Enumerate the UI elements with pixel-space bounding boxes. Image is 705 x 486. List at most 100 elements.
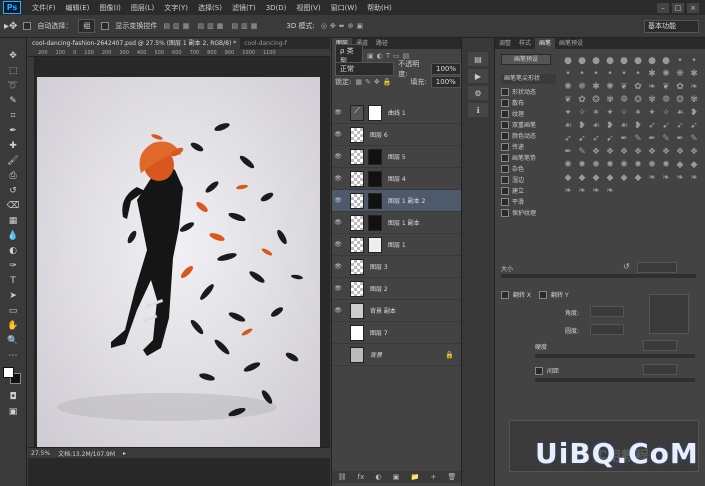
visibility-eye-icon[interactable]: 👁 xyxy=(332,131,344,138)
visibility-eye-icon[interactable]: 👁 xyxy=(332,307,344,314)
roundness-input[interactable] xyxy=(590,324,624,335)
brush-option[interactable]: 传递 xyxy=(495,141,557,152)
eyedropper-tool-icon[interactable]: ✒ xyxy=(3,123,23,138)
brush-angle-preview[interactable] xyxy=(649,294,689,334)
layer-row[interactable]: 👁 图层 6 xyxy=(332,124,462,146)
link-layers-icon[interactable]: ⛓ xyxy=(338,473,347,481)
blend-mode-dropdown[interactable]: 正常 xyxy=(335,61,395,76)
visibility-eye-icon[interactable]: 👁 xyxy=(332,241,344,248)
edit-toolbar-icon[interactable]: ⋯ xyxy=(3,348,23,363)
menu-edit[interactable]: 编辑(E) xyxy=(61,3,95,13)
layer-row[interactable]: 👁 图层 3 xyxy=(332,256,462,278)
eraser-tool-icon[interactable]: ⌫ xyxy=(3,198,23,213)
tab-adjustments[interactable]: 调整 xyxy=(495,38,515,49)
layer-row[interactable]: 👁 图层 5 xyxy=(332,146,462,168)
layer-row[interactable]: 👁 背景 副本 xyxy=(332,300,462,322)
brush-option[interactable]: 画笔笔势 xyxy=(495,152,557,163)
shape-tool-icon[interactable]: ▭ xyxy=(3,303,23,318)
foreground-color[interactable] xyxy=(3,367,14,378)
workspace-dropdown[interactable]: 基本功能 xyxy=(644,20,699,33)
healing-tool-icon[interactable]: ✚ xyxy=(3,138,23,153)
gradient-tool-icon[interactable]: ▦ xyxy=(3,213,23,228)
layer-mask-thumb[interactable] xyxy=(368,104,382,121)
move-tool-icon[interactable]: ▸✥ xyxy=(4,21,17,32)
brush-option[interactable]: 杂色 xyxy=(495,163,557,174)
menu-3d[interactable]: 3D(D) xyxy=(261,4,292,12)
show-transform-checkbox[interactable] xyxy=(101,22,110,30)
layer-row-selected[interactable]: 👁 图层 1 副本 2 xyxy=(332,190,462,212)
visibility-eye-icon[interactable]: · xyxy=(332,351,344,358)
document-tab-active[interactable]: cool-dancing-fashion-2642407.psd @ 27.5%… xyxy=(28,38,241,49)
stamp-tool-icon[interactable]: ⎙ xyxy=(3,168,23,183)
brush-option[interactable]: 平滑 xyxy=(495,196,557,207)
delete-layer-icon[interactable]: 🗑 xyxy=(447,473,456,481)
visibility-eye-icon[interactable]: 👁 xyxy=(332,285,344,292)
new-group-icon[interactable]: 📁 xyxy=(411,473,420,481)
add-mask-icon[interactable]: ◐ xyxy=(375,473,381,481)
layer-mask-thumb[interactable] xyxy=(368,192,382,209)
brush-presets-button[interactable]: 画笔预设 xyxy=(501,54,551,65)
canvas-image[interactable] xyxy=(37,77,320,451)
move-tool-icon[interactable]: ✥ xyxy=(3,48,23,63)
spacing-input[interactable] xyxy=(643,364,677,375)
auto-select-checkbox[interactable] xyxy=(23,22,32,30)
hardness-input[interactable] xyxy=(643,340,677,351)
brush-option[interactable]: 保护纹理 xyxy=(495,207,557,218)
visibility-eye-icon[interactable]: 👁 xyxy=(332,175,344,182)
visibility-eye-icon[interactable]: · xyxy=(332,329,344,336)
layer-mask-thumb[interactable] xyxy=(368,170,382,187)
new-layer-icon[interactable]: + xyxy=(430,473,436,481)
history-brush-icon[interactable]: ↺ xyxy=(3,183,23,198)
angle-input[interactable] xyxy=(590,306,624,317)
visibility-eye-icon[interactable]: 👁 xyxy=(332,153,344,160)
layer-row[interactable]: · 图层 7 xyxy=(332,322,462,344)
layer-row[interactable]: 👁 图层 4 xyxy=(332,168,462,190)
layer-mask-thumb[interactable] xyxy=(368,148,382,165)
properties-panel-icon[interactable]: ⚙ xyxy=(468,86,488,100)
document-tab[interactable]: cool-dancing-f xyxy=(240,38,291,49)
menu-window[interactable]: 窗口(W) xyxy=(326,3,362,13)
layer-row[interactable]: 👁 图层 1 xyxy=(332,234,462,256)
layer-mask-thumb[interactable] xyxy=(368,214,382,231)
brush-tool-icon[interactable]: 🖌 xyxy=(3,153,23,168)
color-swatches[interactable] xyxy=(3,367,23,385)
brush-option[interactable]: 形状动态 xyxy=(495,86,557,97)
screen-mode-icon[interactable]: ▣ xyxy=(3,404,23,419)
brush-option[interactable]: 纹理 xyxy=(495,108,557,119)
hardness-slider[interactable] xyxy=(535,354,695,358)
layer-row-curves[interactable]: 👁 ⟋ 曲线 1 xyxy=(332,102,462,124)
visibility-eye-icon[interactable]: 👁 xyxy=(332,197,344,204)
menu-filter[interactable]: 滤镜(T) xyxy=(227,3,261,13)
zoom-tool-icon[interactable]: 🔍 xyxy=(3,333,23,348)
layer-mask-thumb[interactable] xyxy=(368,236,382,253)
menu-image[interactable]: 图像(I) xyxy=(94,3,126,13)
menu-select[interactable]: 选择(S) xyxy=(193,3,227,13)
hand-tool-icon[interactable]: ✋ xyxy=(3,318,23,333)
quick-mask-icon[interactable]: ◘ xyxy=(3,389,23,404)
brush-option[interactable]: 湿边 xyxy=(495,174,557,185)
tab-styles[interactable]: 样式 xyxy=(515,38,535,49)
adjustment-layer-icon[interactable]: ▣ xyxy=(393,473,400,481)
visibility-eye-icon[interactable]: 👁 xyxy=(332,219,344,226)
flip-y-checkbox[interactable] xyxy=(539,290,548,299)
layer-row-background[interactable]: · 背景 🔒 xyxy=(332,344,462,366)
size-input[interactable] xyxy=(637,262,677,273)
zoom-level[interactable]: 27.5% xyxy=(31,450,50,457)
spacing-slider[interactable] xyxy=(535,378,695,382)
dodge-tool-icon[interactable]: ◐ xyxy=(3,243,23,258)
brush-tip-grid[interactable]: ● ● ● ● ● ● ● ● • • • • • • • • ✱ ✺ ❋ ✱ ✺ ❋ ✱ ✺ ❦ ✿ ❧ ❦ ✿ ❧ ❦ ✿ ❂ ✾ ❁ ❂… xyxy=(561,54,701,294)
layer-row[interactable]: 👁 图层 2 xyxy=(332,278,462,300)
visibility-eye-icon[interactable]: 👁 xyxy=(332,263,344,270)
reset-size-icon[interactable]: ↺ xyxy=(623,262,632,271)
brush-option[interactable]: 建立 xyxy=(495,185,557,196)
pen-tool-icon[interactable]: ✑ xyxy=(3,258,23,273)
lasso-tool-icon[interactable]: ➰ xyxy=(3,78,23,93)
quick-select-tool-icon[interactable]: ✎ xyxy=(3,93,23,108)
tab-brush[interactable]: 画笔 xyxy=(535,38,556,49)
marquee-tool-icon[interactable]: ⬚ xyxy=(3,63,23,78)
layer-row[interactable]: 👁 图层 1 副本 xyxy=(332,212,462,234)
tab-paths[interactable]: 路径 xyxy=(372,38,392,49)
menu-layer[interactable]: 图层(L) xyxy=(126,3,159,13)
visibility-eye-icon[interactable]: 👁 xyxy=(332,109,344,116)
history-panel-icon[interactable]: ▤ xyxy=(468,52,488,66)
